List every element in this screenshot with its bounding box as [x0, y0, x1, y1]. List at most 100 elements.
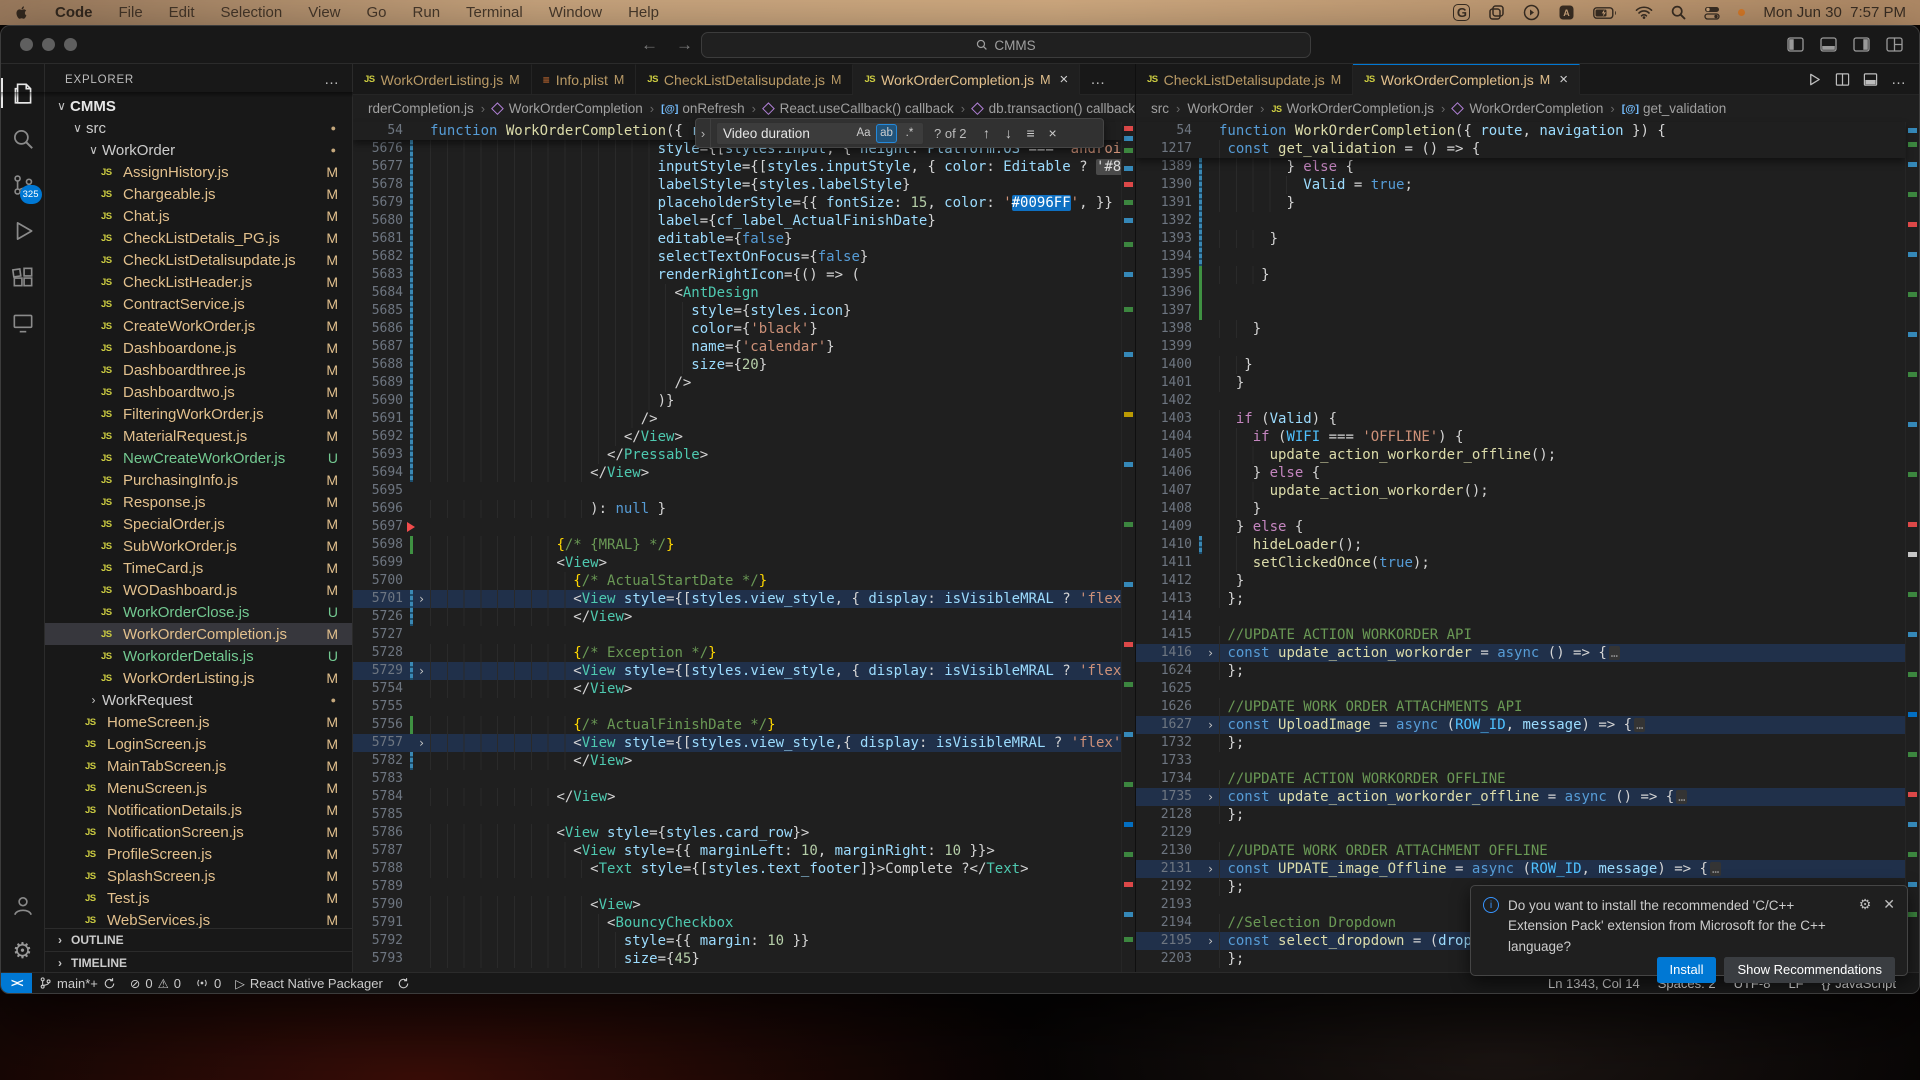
code-line-5687[interactable]: 5687 name={'calendar'}: [353, 338, 1121, 356]
split-editor-icon[interactable]: [1835, 72, 1850, 87]
tree-file-TimeCard.js[interactable]: JSTimeCard.jsM: [45, 557, 352, 579]
tree-file-WODashboard.js[interactable]: JSWODashboard.jsM: [45, 579, 352, 601]
code-line-5681[interactable]: 5681 editable={false}: [353, 230, 1121, 248]
code-line-1414[interactable]: 1414: [1136, 608, 1905, 626]
code-line-2129[interactable]: 2129: [1136, 824, 1905, 842]
tab-WorkOrderCompletion.js[interactable]: JSWorkOrderCompletion.jsM×: [1353, 64, 1580, 95]
activity-source-control[interactable]: 325: [1, 162, 45, 208]
explorer-more-actions-icon[interactable]: …: [324, 71, 340, 88]
code-line-5728[interactable]: 5728 {/* Exception */}: [353, 644, 1121, 662]
code-line-5680[interactable]: 5680 label={cf_label_ActualFinishDate}: [353, 212, 1121, 230]
copy-stack-icon[interactable]: [1488, 4, 1505, 21]
code-line-5689[interactable]: 5689 />: [353, 374, 1121, 392]
menu-go[interactable]: Go: [367, 4, 387, 21]
tree-file-NotificationDetails.js[interactable]: JSNotificationDetails.jsM: [45, 799, 352, 821]
battery-icon[interactable]: [1593, 7, 1617, 19]
tree-file-WorkOrderClose.js[interactable]: JSWorkOrderClose.jsU: [45, 601, 352, 623]
grammarly-icon[interactable]: G: [1453, 4, 1470, 21]
install-button[interactable]: Install: [1657, 957, 1717, 983]
tree-file-WorkorderDetalis.js[interactable]: JSWorkorderDetalis.jsU: [45, 645, 352, 667]
code-line-5695[interactable]: 5695: [353, 482, 1121, 500]
code-line-2128[interactable]: 2128 };: [1136, 806, 1905, 824]
code-line-1415[interactable]: 1415 //UPDATE ACTION WORKORDER API: [1136, 626, 1905, 644]
code-line-1397[interactable]: 1397: [1136, 302, 1905, 320]
code-line-5693[interactable]: 5693 </Pressable>: [353, 446, 1121, 464]
tab-WorkOrderCompletion.js[interactable]: JSWorkOrderCompletion.jsM×: [853, 64, 1080, 95]
find-previous-icon[interactable]: ↑: [976, 122, 998, 144]
code-line-1396[interactable]: 1396: [1136, 284, 1905, 302]
problems-indicator[interactable]: ⊘0 ⚠0: [123, 973, 188, 993]
fold-chevron-icon[interactable]: ›: [1202, 644, 1219, 662]
remote-indicator[interactable]: ><: [1, 973, 32, 993]
code-line-2131[interactable]: 2131› const UPDATE_image_Offline = async…: [1136, 860, 1905, 878]
input-source-icon[interactable]: A: [1558, 4, 1575, 21]
tree-file-WorkOrderListing.js[interactable]: JSWorkOrderListing.jsM: [45, 667, 352, 689]
code-line-1403[interactable]: 1403 if (Valid) {: [1136, 410, 1905, 428]
tree-file-Chargeable.js[interactable]: JSChargeable.jsM: [45, 183, 352, 205]
code-line-1409[interactable]: 1409 } else {: [1136, 518, 1905, 536]
code-line-5682[interactable]: 5682 selectTextOnFocus={false}: [353, 248, 1121, 266]
breadcrumb-item[interactable]: src: [1151, 101, 1169, 116]
code-line-5754[interactable]: 5754 </View>: [353, 680, 1121, 698]
tree-file-SubWorkOrder.js[interactable]: JSSubWorkOrder.jsM: [45, 535, 352, 557]
code-line-5679[interactable]: 5679 placeholderStyle={{ fontSize: 15, c…: [353, 194, 1121, 212]
code-line-1407[interactable]: 1407 update_action_workorder();: [1136, 482, 1905, 500]
play-circle-icon[interactable]: [1523, 4, 1540, 21]
tab-WorkOrderListing.js[interactable]: JSWorkOrderListing.jsM: [353, 64, 532, 94]
command-center[interactable]: CMMS: [701, 32, 1311, 58]
code-line-1392[interactable]: 1392: [1136, 212, 1905, 230]
tree-file-CheckListHeader.js[interactable]: JSCheckListHeader.jsM: [45, 271, 352, 293]
code-line-1733[interactable]: 1733: [1136, 752, 1905, 770]
tree-file-NotificationScreen.js[interactable]: JSNotificationScreen.jsM: [45, 821, 352, 843]
activity-search[interactable]: [1, 116, 45, 162]
code-line-5783[interactable]: 5783: [353, 770, 1121, 788]
tree-file-ProfileScreen.js[interactable]: JSProfileScreen.jsM: [45, 843, 352, 865]
code-line-5782[interactable]: 5782 </View>: [353, 752, 1121, 770]
tree-file-LoginScreen.js[interactable]: JSLoginScreen.jsM: [45, 733, 352, 755]
regex-button[interactable]: .*: [899, 124, 920, 143]
code-line-1400[interactable]: 1400 }: [1136, 356, 1905, 374]
code-line-1625[interactable]: 1625: [1136, 680, 1905, 698]
tree-folder-CMMS[interactable]: ∨CMMS: [45, 95, 352, 117]
code-line-1405[interactable]: 1405 update_action_workorder_offline();: [1136, 446, 1905, 464]
code-line-5786[interactable]: 5786 <View style={styles.card_row}>: [353, 824, 1121, 842]
packager-sync[interactable]: [390, 973, 417, 993]
tree-folder-WorkRequest[interactable]: ›WorkRequest●: [45, 689, 352, 711]
code-line-5697[interactable]: 5697: [353, 518, 1121, 536]
wifi-icon[interactable]: [1635, 6, 1653, 19]
customize-layout-icon[interactable]: [1886, 37, 1903, 52]
code-line-2130[interactable]: 2130 //UPDATE WORK ORDER ATTACHMENT OFFL…: [1136, 842, 1905, 860]
find-next-icon[interactable]: ↓: [998, 122, 1020, 144]
code-line-1402[interactable]: 1402: [1136, 392, 1905, 410]
menu-selection[interactable]: Selection: [221, 4, 283, 21]
fold-chevron-icon[interactable]: ›: [1202, 716, 1219, 734]
fold-chevron-icon[interactable]: ›: [413, 662, 430, 680]
close-window-button[interactable]: [20, 38, 33, 51]
code-line-5694[interactable]: 5694 </View>: [353, 464, 1121, 482]
find-in-selection-icon[interactable]: ≡: [1020, 122, 1042, 144]
code-line-1627[interactable]: 1627› const UploadImage = async (ROW_ID,…: [1136, 716, 1905, 734]
tree-file-SplashScreen.js[interactable]: JSSplashScreen.jsM: [45, 865, 352, 887]
overview-ruler-right[interactable]: [1905, 122, 1919, 974]
tab-overflow-icon[interactable]: …: [1080, 64, 1116, 94]
breadcrumb-item[interactable]: WorkOrderCompletion: [509, 101, 643, 116]
code-line-1408[interactable]: 1408 }: [1136, 500, 1905, 518]
notification-close-icon[interactable]: ✕: [1883, 896, 1895, 913]
code-area-right[interactable]: 1389 } else {1390 Valid = true;1391 }139…: [1136, 158, 1905, 974]
tree-file-WebServices.js[interactable]: JSWebServices.jsM: [45, 909, 352, 928]
close-tab-icon[interactable]: ×: [1060, 71, 1069, 88]
code-line-5699[interactable]: 5699 <View>: [353, 554, 1121, 572]
tree-file-Dashboardthree.js[interactable]: JSDashboardthree.jsM: [45, 359, 352, 381]
code-line-1393[interactable]: 1393 }: [1136, 230, 1905, 248]
activity-remote-explorer[interactable]: [1, 300, 45, 346]
fold-chevron-icon[interactable]: ›: [1202, 932, 1219, 950]
timeline-section[interactable]: ›TIMELINE: [45, 951, 352, 974]
activity-extensions[interactable]: [1, 254, 45, 300]
breadcrumb-item[interactable]: WorkOrderCompletion: [1469, 101, 1603, 116]
breadcrumb-item[interactable]: WorkOrderCompletion.js: [1286, 101, 1434, 116]
code-line-5727[interactable]: 5727: [353, 626, 1121, 644]
toggle-layout-icon[interactable]: [1863, 72, 1878, 87]
code-line-5696[interactable]: 5696 ): null }: [353, 500, 1121, 518]
tree-folder-WorkOrder[interactable]: ∨WorkOrder●: [45, 139, 352, 161]
code-line-1217[interactable]: 1217 const get_validation = () => {: [1136, 140, 1905, 158]
